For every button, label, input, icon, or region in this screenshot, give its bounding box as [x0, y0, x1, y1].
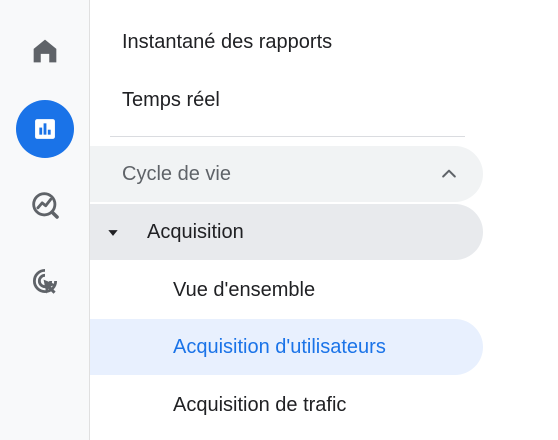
home-icon — [33, 39, 57, 63]
nav-item-label: Acquisition d'utilisateurs — [173, 335, 386, 358]
nav-rail — [0, 0, 90, 440]
reports-icon — [35, 119, 55, 139]
nav-item-traffic-acquisition[interactable]: Acquisition de trafic — [90, 377, 483, 433]
reports-navigation: Instantané des rapports Temps réel Cycle… — [90, 0, 558, 440]
divider — [110, 136, 465, 137]
caret-down-icon — [108, 230, 118, 236]
nav-item-label: Acquisition de trafic — [173, 393, 347, 416]
nav-item-user-acquisition[interactable]: Acquisition d'utilisateurs — [90, 319, 483, 375]
reports-button[interactable] — [16, 100, 74, 158]
nav-link-realtime[interactable]: Temps réel — [122, 89, 220, 112]
section-lifecycle-label: Cycle de vie — [122, 162, 231, 185]
nav-item-label: Vue d'ensemble — [173, 278, 316, 301]
nav-link-snapshot[interactable]: Instantané des rapports — [122, 31, 332, 54]
home-button[interactable] — [16, 22, 74, 80]
nav-item-overview[interactable]: Vue d'ensemble — [90, 262, 483, 318]
group-acquisition-label: Acquisition — [147, 220, 244, 243]
advertising-icon — [32, 268, 58, 294]
section-lifecycle[interactable]: Cycle de vie — [90, 146, 483, 202]
explore-button[interactable] — [16, 176, 74, 234]
group-acquisition[interactable]: Acquisition — [90, 204, 483, 260]
explore-icon — [32, 192, 59, 219]
chevron-up-icon — [442, 169, 456, 178]
advertising-button[interactable] — [16, 252, 74, 310]
